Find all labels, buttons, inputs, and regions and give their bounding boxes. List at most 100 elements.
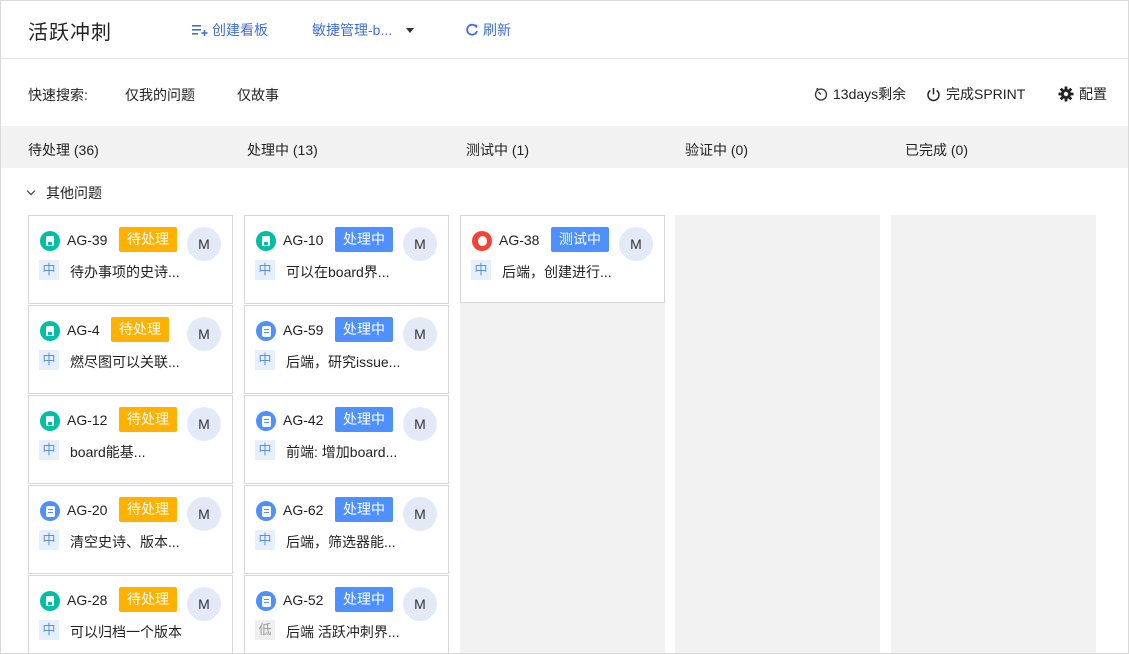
status-badge: 处理中 [335,407,393,432]
issue-summary: 可以归档一个版本 [70,624,182,640]
task-icon [256,321,276,341]
column-doing: AG-10 处理中 M 中 可以在board界... AG-59 处理中 M 中… [244,215,449,653]
complete-sprint-button[interactable]: 完成SPRINT [926,84,1025,104]
issue-card[interactable]: AG-10 处理中 M 中 可以在board界... [244,215,449,304]
story-icon [40,411,60,431]
issue-summary: 后端，创建进行... [502,264,612,280]
avatar[interactable]: M [187,407,221,441]
quick-search-label: 快速搜索: [28,87,88,103]
issue-card[interactable]: AG-4 待处理 M 中 燃尽图可以关联... [28,305,233,394]
caret-down-icon [406,27,415,33]
status-badge: 待处理 [119,587,177,612]
issue-summary: 后端，筛选器能... [286,534,396,550]
status-badge: 处理中 [335,317,393,342]
refresh-button[interactable]: 刷新 [465,20,511,40]
issue-summary: 前端: 增加board... [286,444,398,460]
column-verifying [675,215,880,653]
task-icon [256,411,276,431]
issue-card[interactable]: AG-38 测试中 M 中 后端，创建进行... [460,215,665,303]
issue-card[interactable]: AG-39 待处理 M 中 待办事项的史诗... [28,215,233,304]
avatar[interactable]: M [187,227,221,261]
issue-summary: 后端，研究issue... [286,354,401,370]
issue-summary: board能基... [70,444,146,460]
issue-card[interactable]: AG-42 处理中 M 中 前端: 增加board... [244,395,449,484]
remaining-text: 13days剩余 [833,86,907,102]
column-todo: AG-39 待处理 M 中 待办事项的史诗... AG-4 待处理 M 中 燃尽… [28,215,233,653]
issue-summary: 可以在board界... [286,264,390,280]
status-badge: 测试中 [551,227,609,252]
task-icon [256,501,276,521]
issue-card[interactable]: AG-52 处理中 M 低 后端 活跃冲刺界... [244,575,449,653]
task-icon [40,501,60,521]
avatar[interactable]: M [187,587,221,621]
column-header-verifying: 验证中 (0) [685,142,748,158]
page-header: 活跃冲刺 创建看板 敏捷管理-b... 刷新 [1,1,1128,59]
gear-icon [1058,86,1074,102]
status-badge: 待处理 [119,407,177,432]
priority-badge: 中 [255,530,275,550]
issue-key: AG-62 [283,502,324,518]
priority-badge: 中 [255,260,275,280]
issue-summary: 后端 活跃冲刺界... [286,624,400,640]
issue-summary: 待办事项的史诗... [70,264,180,280]
issue-key: AG-38 [499,232,540,248]
bug-icon [472,231,492,251]
status-badge: 处理中 [335,497,393,522]
complete-sprint-label: 完成SPRINT [946,86,1026,102]
filter-my-issues[interactable]: 仅我的问题 [125,85,195,105]
swimlane-toggle[interactable]: 其他问题 [26,183,102,203]
refresh-label: 刷新 [483,22,511,38]
avatar[interactable]: M [403,587,437,621]
issue-card[interactable]: AG-59 处理中 M 中 后端，研究issue... [244,305,449,394]
settings-button[interactable]: 配置 [1058,84,1107,104]
avatar[interactable]: M [403,317,437,351]
settings-label: 配置 [1079,86,1107,102]
issue-key: AG-4 [67,322,100,338]
priority-badge: 中 [39,530,59,550]
priority-badge: 中 [39,260,59,280]
issue-card[interactable]: AG-28 待处理 M 中 可以归档一个版本 [28,575,233,653]
issue-key: AG-10 [283,232,324,248]
status-badge: 待处理 [111,317,169,342]
avatar[interactable]: M [187,317,221,351]
issue-card[interactable]: AG-20 待处理 M 中 清空史诗、版本... [28,485,233,574]
avatar[interactable]: M [403,227,437,261]
column-header-testing: 测试中 (1) [466,142,529,158]
avatar[interactable]: M [187,497,221,531]
priority-badge: 中 [39,620,59,640]
status-badge: 待处理 [119,497,177,522]
story-icon [40,591,60,611]
story-icon [40,321,60,341]
issue-card[interactable]: AG-62 处理中 M 中 后端，筛选器能... [244,485,449,574]
issue-key: AG-52 [283,592,324,608]
refresh-icon [466,23,478,36]
issue-card[interactable]: AG-12 待处理 M 中 board能基... [28,395,233,484]
priority-badge: 中 [39,440,59,460]
page-title: 活跃冲刺 [28,22,112,44]
avatar[interactable]: M [619,227,653,261]
status-badge: 待处理 [119,227,177,252]
column-header-todo: 待处理 (36) [28,142,99,158]
priority-badge: 中 [255,350,275,370]
priority-badge: 中 [39,350,59,370]
status-badge: 处理中 [335,227,393,252]
issue-key: AG-42 [283,412,324,428]
story-icon [256,231,276,251]
column-done [891,215,1096,653]
timer-icon [814,87,828,101]
column-header-done: 已完成 (0) [905,142,968,158]
board-select-label: 敏捷管理-b... [312,22,393,38]
avatar[interactable]: M [403,407,437,441]
priority-badge: 中 [471,260,491,280]
column-header-row: 待处理 (36) 处理中 (13) 测试中 (1) 验证中 (0) 已完成 (0… [1,126,1128,168]
issue-summary: 清空史诗、版本... [70,534,180,550]
power-icon [927,87,940,101]
board-select-dropdown[interactable]: 敏捷管理-b... [312,20,415,40]
avatar[interactable]: M [403,497,437,531]
create-board-button[interactable]: 创建看板 [192,20,268,40]
add-list-icon [192,25,208,36]
status-badge: 处理中 [335,587,393,612]
story-icon [40,231,60,251]
priority-badge: 低 [255,620,275,640]
filter-stories-only[interactable]: 仅故事 [237,85,279,105]
